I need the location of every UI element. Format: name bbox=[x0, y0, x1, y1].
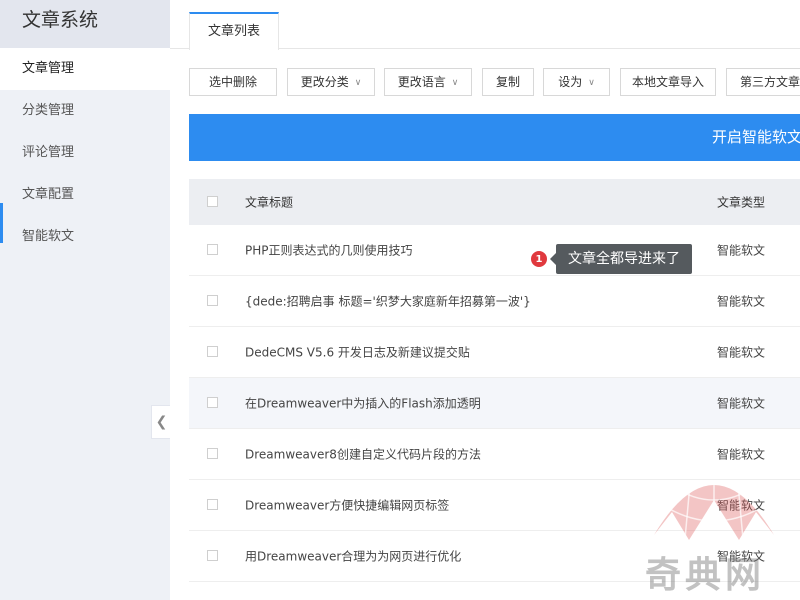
row-type: 智能软文 bbox=[717, 549, 766, 564]
local-import-label: 本地文章导入 bbox=[631, 75, 704, 89]
sidebar-active-indicator bbox=[0, 203, 3, 243]
sidebar-item-comment-management[interactable]: 评论管理 bbox=[0, 132, 170, 174]
row-type: 智能软文 bbox=[717, 396, 766, 411]
chevron-left-icon: ❮ bbox=[155, 414, 168, 430]
column-header-type: 文章类型 bbox=[717, 195, 766, 210]
table-row[interactable]: Dreamweaver方便快捷编辑网页标签 智能软文 bbox=[189, 480, 800, 531]
select-all-checkbox[interactable] bbox=[207, 196, 218, 207]
chevron-down-icon: ∨ bbox=[588, 78, 595, 88]
chevron-down-icon: ∨ bbox=[354, 78, 362, 88]
table-row[interactable]: DedeCMS V5.6 开发日志及新建议提交贴 智能软文 bbox=[189, 327, 800, 378]
row-title[interactable]: 在Dreamweaver中为插入的Flash添加透明 bbox=[245, 395, 481, 412]
row-title[interactable]: 用Dreamweaver合理为为网页进行优化 bbox=[245, 548, 461, 565]
row-type: 智能软文 bbox=[717, 243, 766, 258]
change-language-dropdown[interactable]: 更改语言 ∨ bbox=[384, 68, 472, 96]
row-checkbox[interactable] bbox=[207, 244, 218, 255]
sidebar-collapse-button[interactable]: ❮ bbox=[151, 405, 171, 439]
table-row[interactable]: Dreamweaver8创建自定义代码片段的方法 智能软文 bbox=[189, 429, 800, 480]
row-checkbox[interactable] bbox=[207, 397, 218, 408]
row-type: 智能软文 bbox=[717, 498, 766, 513]
delete-selected-label: 选中删除 bbox=[208, 75, 257, 89]
row-title[interactable]: PHP正则表达式的几则使用技巧 bbox=[245, 242, 413, 259]
row-checkbox[interactable] bbox=[207, 346, 218, 357]
app-brand: 文章系统 bbox=[0, 0, 170, 48]
row-checkbox[interactable] bbox=[207, 550, 218, 561]
change-language-label: 更改语言 bbox=[397, 75, 446, 89]
sidebar-item-smart-softtext[interactable]: 智能软文 bbox=[0, 216, 170, 258]
delete-selected-button[interactable]: 选中删除 bbox=[189, 68, 277, 96]
row-title[interactable]: DedeCMS V5.6 开发日志及新建议提交贴 bbox=[245, 344, 470, 361]
row-checkbox[interactable] bbox=[207, 448, 218, 459]
banner-label: 开启智能软文 bbox=[712, 128, 800, 146]
sidebar-item-article-config[interactable]: 文章配置 bbox=[0, 174, 170, 216]
table-row[interactable]: 在Dreamweaver中为插入的Flash添加透明 智能软文 bbox=[189, 378, 800, 429]
tab-bar: 文章列表 bbox=[170, 0, 800, 50]
annotation-badge: 1 bbox=[530, 250, 548, 268]
row-type: 智能软文 bbox=[717, 447, 766, 462]
change-category-dropdown[interactable]: 更改分类 ∨ bbox=[287, 68, 375, 96]
row-checkbox[interactable] bbox=[207, 295, 218, 306]
row-title[interactable]: Dreamweaver8创建自定义代码片段的方法 bbox=[245, 446, 481, 463]
annotation-tooltip: 文章全都导进来了 bbox=[550, 244, 692, 274]
copy-button[interactable]: 复制 bbox=[482, 68, 534, 96]
local-import-button[interactable]: 本地文章导入 bbox=[620, 68, 716, 96]
third-party-import-button[interactable]: 第三方文章导入 bbox=[726, 68, 800, 96]
table-row[interactable]: 用Dreamweaver合理为为网页进行优化 智能软文 bbox=[189, 531, 800, 582]
enable-smart-softtext-banner[interactable]: 开启智能软文 bbox=[189, 114, 800, 161]
table-row[interactable]: {dede:招聘启事 标题='织梦大家庭新年招募第一波'} 智能软文 bbox=[189, 276, 800, 327]
copy-label: 复制 bbox=[495, 75, 520, 89]
tab-article-list[interactable]: 文章列表 bbox=[189, 12, 279, 50]
sidebar: 文章系统 文章管理 分类管理 评论管理 文章配置 智能软文 bbox=[0, 0, 170, 600]
sidebar-item-article-management[interactable]: 文章管理 bbox=[0, 48, 170, 90]
row-checkbox[interactable] bbox=[207, 499, 218, 510]
article-table: 文章标题 文章类型 PHP正则表达式的几则使用技巧 智能软文 {dede:招聘启… bbox=[189, 179, 800, 582]
third-party-import-label: 第三方文章导入 bbox=[740, 75, 800, 89]
row-type: 智能软文 bbox=[717, 294, 766, 309]
column-header-title: 文章标题 bbox=[245, 195, 294, 210]
set-as-dropdown[interactable]: 设为 ∨ bbox=[543, 68, 610, 96]
sidebar-item-category-management[interactable]: 分类管理 bbox=[0, 90, 170, 132]
table-header: 文章标题 文章类型 bbox=[189, 179, 800, 225]
main-content: 文章列表 选中删除 更改分类 ∨ 更改语言 ∨ 复制 设为 ∨ 本地文章导入 第三方文… bbox=[170, 0, 800, 600]
table-row[interactable]: PHP正则表达式的几则使用技巧 智能软文 bbox=[189, 225, 800, 276]
row-type: 智能软文 bbox=[717, 345, 766, 360]
set-as-label: 设为 bbox=[558, 75, 583, 89]
row-title[interactable]: Dreamweaver方便快捷编辑网页标签 bbox=[245, 497, 449, 514]
change-category-label: 更改分类 bbox=[300, 75, 349, 89]
row-title[interactable]: {dede:招聘启事 标题='织梦大家庭新年招募第一波'} bbox=[245, 293, 531, 310]
chevron-down-icon: ∨ bbox=[451, 78, 459, 88]
